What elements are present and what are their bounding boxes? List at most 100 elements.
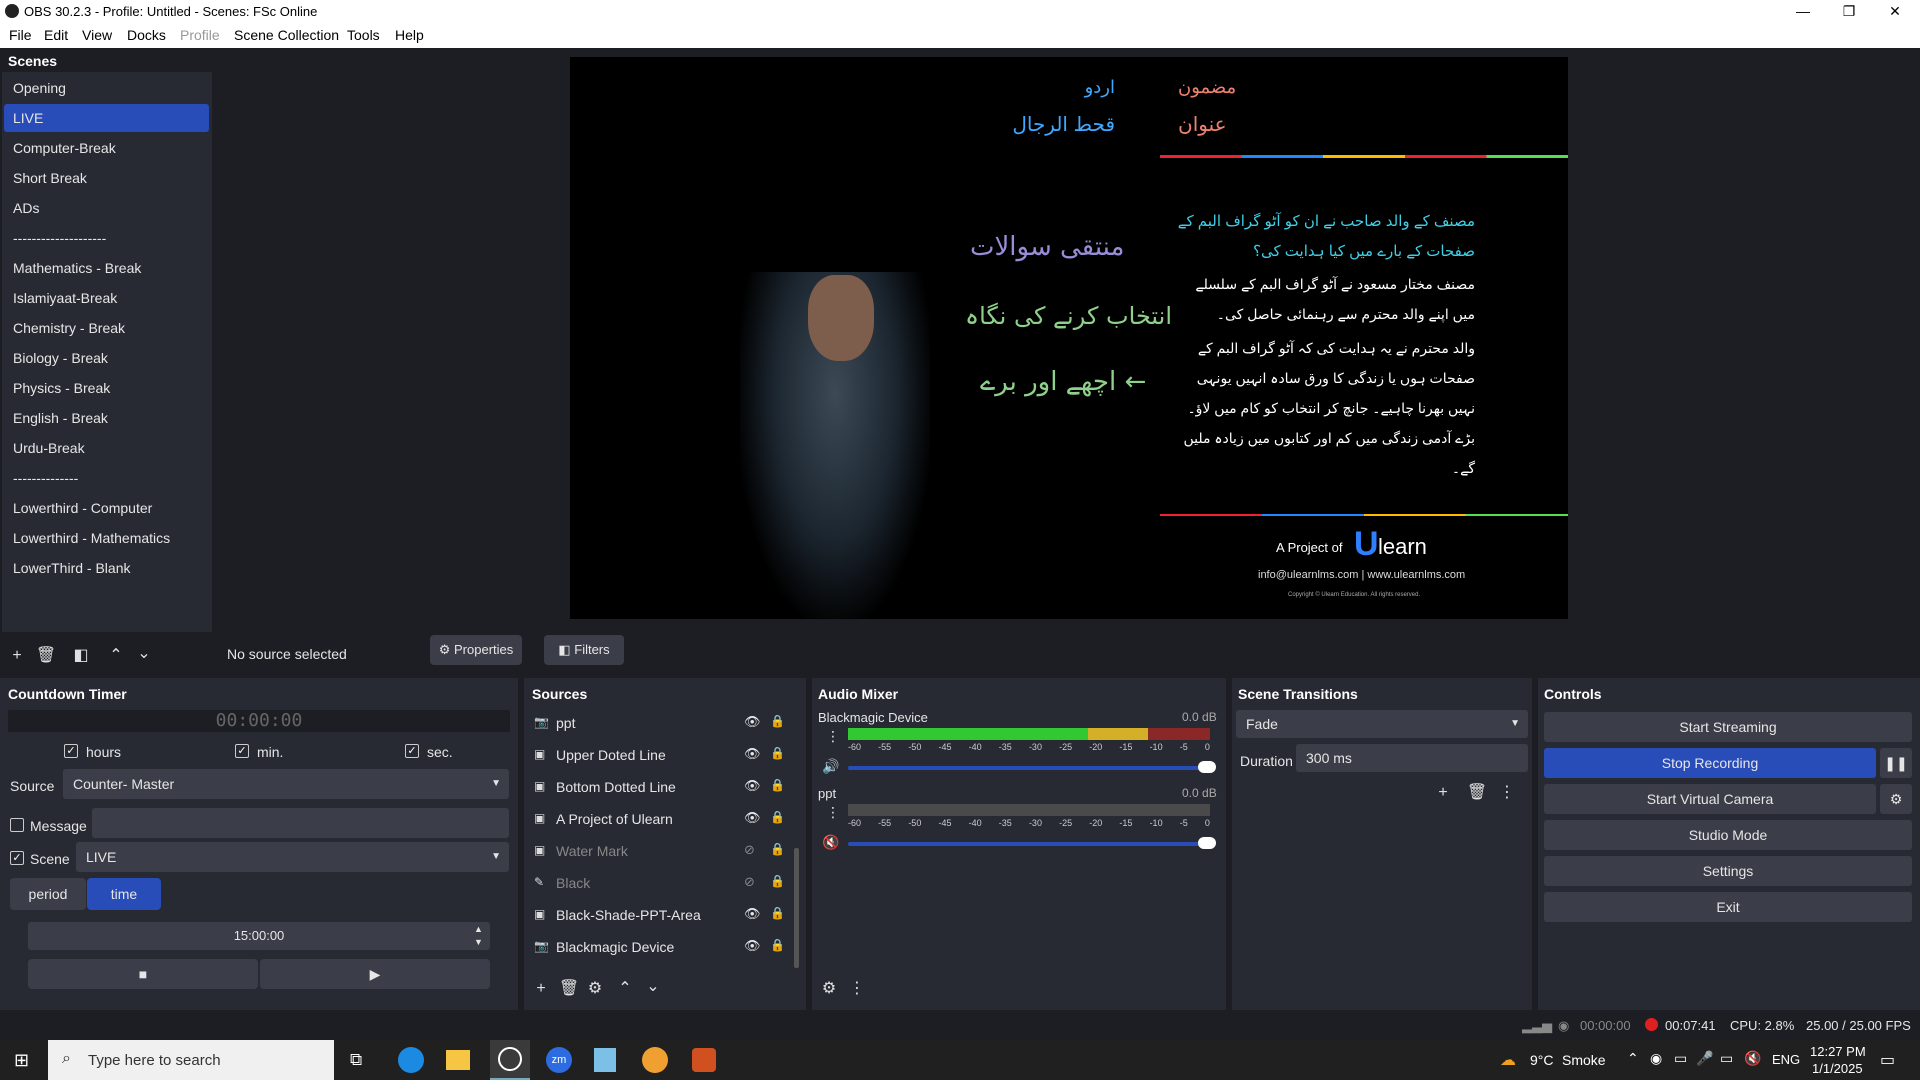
program-preview[interactable]: منتقی سوالات انتخاب کرنے کی نگاہ اچھے او… bbox=[570, 57, 1568, 619]
remove-source-button[interactable]: 🗑 bbox=[556, 976, 582, 1002]
move-source-up-button[interactable]: ⌃ bbox=[612, 976, 638, 1002]
filters-button[interactable]: ◧ Filters bbox=[544, 635, 624, 665]
scene-item[interactable]: Lowerthird - Computer bbox=[4, 494, 209, 522]
transition-select[interactable]: Fade ▼ bbox=[1236, 710, 1528, 738]
notifications-icon[interactable]: ▭ bbox=[1880, 1050, 1895, 1070]
seconds-checkbox[interactable]: ✓ bbox=[405, 744, 419, 758]
source-item[interactable]: 📷 ppt 👁 🔒 bbox=[530, 708, 785, 738]
transition-menu-button[interactable]: ⋮ bbox=[1494, 780, 1520, 806]
lock-icon[interactable]: 🔒 bbox=[770, 778, 785, 792]
clock-date[interactable]: 1/1/2025 bbox=[1812, 1061, 1863, 1076]
eye-icon[interactable]: 👁 bbox=[744, 778, 761, 794]
source-item[interactable]: 📷 Blackmagic Device 👁 🔒 bbox=[530, 932, 785, 962]
volume-slider[interactable] bbox=[848, 766, 1210, 770]
properties-button[interactable]: ⚙ Properties bbox=[430, 635, 522, 665]
source-item[interactable]: ▣ Upper Doted Line 👁 🔒 bbox=[530, 740, 785, 770]
scene-item[interactable]: ADs bbox=[4, 194, 209, 222]
add-source-button[interactable]: + bbox=[528, 976, 554, 1002]
duration-input[interactable]: 300 ms bbox=[1296, 744, 1528, 772]
scene-item[interactable]: English - Break bbox=[4, 404, 209, 432]
scene-item[interactable]: Urdu-Break bbox=[4, 434, 209, 462]
source-select[interactable]: Counter- Master ▼ bbox=[63, 769, 509, 799]
remove-scene-button[interactable]: 🗑 bbox=[33, 643, 59, 669]
network-icon[interactable]: ▭ bbox=[1720, 1050, 1733, 1067]
time-input[interactable]: 15:00:00 bbox=[28, 922, 490, 950]
menu-scene-collection[interactable]: Scene Collection bbox=[234, 27, 339, 43]
mixer-menu-button[interactable]: ⋮ bbox=[844, 976, 870, 1002]
studio-mode-button[interactable]: Studio Mode bbox=[1544, 820, 1912, 850]
move-scene-up-button[interactable]: ⌃ bbox=[103, 643, 129, 669]
start-streaming-button[interactable]: Start Streaming bbox=[1544, 712, 1912, 742]
hours-checkbox[interactable]: ✓ bbox=[64, 744, 78, 758]
eye-icon[interactable]: 👁 bbox=[744, 906, 761, 922]
source-item[interactable]: ▣ Bottom Dotted Line 👁 🔒 bbox=[530, 772, 785, 802]
obs-taskbar-icon[interactable] bbox=[490, 1040, 530, 1080]
speaker-muted-icon[interactable]: 🔇 bbox=[822, 834, 839, 851]
menu-tools[interactable]: Tools bbox=[347, 27, 380, 43]
chevron-up-icon[interactable]: ⌃ bbox=[1627, 1050, 1639, 1067]
kebab-menu-icon[interactable]: ⋮ bbox=[826, 804, 840, 821]
eye-icon[interactable]: 👁 bbox=[744, 714, 761, 730]
sources-scrollbar[interactable] bbox=[794, 848, 799, 968]
eye-hidden-icon[interactable]: ⊘ bbox=[744, 842, 755, 858]
tab-time[interactable]: time bbox=[87, 878, 161, 910]
pause-recording-button[interactable]: ❚❚ bbox=[1880, 748, 1912, 778]
spin-up-icon[interactable]: ▲ bbox=[474, 923, 483, 935]
settings-button[interactable]: Settings bbox=[1544, 856, 1912, 886]
scene-item[interactable]: Mathematics - Break bbox=[4, 254, 209, 282]
add-scene-button[interactable]: + bbox=[4, 643, 30, 669]
tab-period[interactable]: period bbox=[10, 878, 86, 910]
message-input[interactable] bbox=[92, 808, 509, 838]
microphone-icon[interactable]: 🎤 bbox=[1696, 1050, 1713, 1067]
menu-profile[interactable]: Profile bbox=[180, 27, 220, 43]
scene-item[interactable]: Chemistry - Break bbox=[4, 314, 209, 342]
eye-icon[interactable]: 👁 bbox=[744, 810, 761, 826]
lock-icon[interactable]: 🔒 bbox=[770, 906, 785, 920]
lock-icon[interactable]: 🔒 bbox=[770, 810, 785, 824]
eye-hidden-icon[interactable]: ⊘ bbox=[744, 874, 755, 890]
scene-item[interactable]: Biology - Break bbox=[4, 344, 209, 372]
scene-item[interactable]: Islamiyaat-Break bbox=[4, 284, 209, 312]
close-button[interactable]: ✕ bbox=[1872, 0, 1918, 22]
eye-icon[interactable]: 👁 bbox=[744, 938, 761, 954]
advanced-audio-button[interactable]: ⚙ bbox=[816, 976, 842, 1002]
scene-item-selected[interactable]: LIVE bbox=[4, 104, 209, 132]
kebab-menu-icon[interactable]: ⋮ bbox=[826, 728, 840, 745]
volume-slider-handle[interactable] bbox=[1198, 761, 1216, 773]
edge-icon[interactable] bbox=[398, 1047, 424, 1073]
lock-icon[interactable]: 🔒 bbox=[770, 714, 785, 728]
source-item[interactable]: ▣ Black-Shade-PPT-Area 👁 🔒 bbox=[530, 900, 785, 930]
source-properties-button[interactable]: ⚙ bbox=[582, 976, 608, 1002]
lock-icon[interactable]: 🔒 bbox=[770, 874, 785, 888]
maximize-button[interactable]: ❐ bbox=[1826, 0, 1872, 22]
language-indicator[interactable]: ENG bbox=[1772, 1052, 1800, 1067]
exit-button[interactable]: Exit bbox=[1544, 892, 1912, 922]
scene-item[interactable]: Physics - Break bbox=[4, 374, 209, 402]
scene-filters-button[interactable]: ◧ bbox=[68, 643, 94, 669]
scene-item[interactable]: -------------- bbox=[4, 464, 209, 492]
menu-edit[interactable]: Edit bbox=[44, 27, 68, 43]
menu-file[interactable]: File bbox=[9, 27, 32, 43]
source-item[interactable]: ▣ A Project of Ulearn 👁 🔒 bbox=[530, 804, 785, 834]
minimize-button[interactable]: — bbox=[1780, 0, 1826, 22]
lock-icon[interactable]: 🔒 bbox=[770, 746, 785, 760]
spin-down-icon[interactable]: ▼ bbox=[474, 936, 483, 948]
clock-time[interactable]: 12:27 PM bbox=[1810, 1044, 1866, 1059]
source-item[interactable]: ▣ Water Mark ⊘ 🔒 bbox=[530, 836, 785, 866]
move-scene-down-button[interactable]: ⌄ bbox=[131, 641, 157, 667]
camera-tray-icon[interactable]: ▭ bbox=[1674, 1050, 1687, 1067]
start-timer-button[interactable]: ▶ bbox=[260, 959, 490, 989]
task-view-icon[interactable]: ⧉ bbox=[350, 1050, 362, 1070]
app-icon[interactable] bbox=[692, 1048, 716, 1072]
scene-item[interactable]: Opening bbox=[4, 74, 209, 102]
move-source-down-button[interactable]: ⌄ bbox=[640, 974, 666, 1000]
scene-item[interactable]: -------------------- bbox=[4, 224, 209, 252]
menu-docks[interactable]: Docks bbox=[127, 27, 166, 43]
speaker-icon[interactable]: 🔊 bbox=[822, 758, 839, 775]
scene-item[interactable]: Lowerthird - Mathematics bbox=[4, 524, 209, 552]
lock-icon[interactable]: 🔒 bbox=[770, 842, 785, 856]
virtual-camera-settings-button[interactable]: ⚙ bbox=[1880, 784, 1912, 814]
zoom-icon[interactable]: zm bbox=[546, 1047, 572, 1073]
volume-slider[interactable] bbox=[848, 842, 1210, 846]
lock-icon[interactable]: 🔒 bbox=[770, 938, 785, 952]
